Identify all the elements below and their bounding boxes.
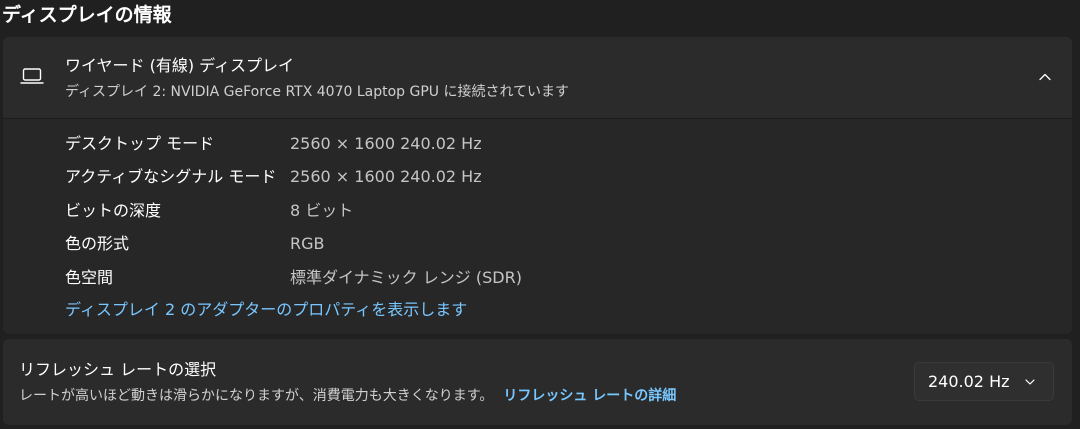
detail-value: 標準ダイナミック レンジ (SDR) (290, 268, 522, 287)
refresh-rate-dropdown[interactable]: 240.02 Hz (914, 362, 1054, 401)
detail-value: RGB (290, 234, 325, 253)
detail-value: 2560 × 1600 240.02 Hz (290, 134, 482, 153)
refresh-rate-selected-value: 240.02 Hz (928, 372, 1010, 391)
detail-label: デスクトップ モード (65, 134, 215, 153)
detail-row-desktop-mode: デスクトップ モード 2560 × 1600 240.02 Hz (3, 129, 1072, 159)
detail-label: 色空間 (65, 268, 114, 287)
display-info-card: ワイヤード (有線) ディスプレイ ディスプレイ 2: NVIDIA GeFor… (3, 37, 1072, 334)
display-card-header[interactable]: ワイヤード (有線) ディスプレイ ディスプレイ 2: NVIDIA GeFor… (3, 37, 1072, 118)
chevron-up-icon[interactable] (1036, 68, 1054, 86)
chevron-down-icon (1025, 379, 1035, 385)
refresh-rate-description-line: レートが高いほど動きは滑らかになりますが、消費電力も大きくなります。 リフレッシュ… (19, 385, 676, 407)
display-subtitle: ディスプレイ 2: NVIDIA GeForce RTX 4070 Laptop… (65, 84, 570, 100)
laptop-icon (20, 68, 44, 84)
detail-row-color-format: 色の形式 RGB (3, 229, 1072, 259)
detail-value: 8 ビット (290, 201, 354, 220)
refresh-rate-description: レートが高いほど動きは滑らかになりますが、消費電力も大きくなります。 (19, 388, 494, 404)
refresh-rate-card: リフレッシュ レートの選択 レートが高いほど動きは滑らかになりますが、消費電力も… (3, 339, 1072, 425)
display-details: デスクトップ モード 2560 × 1600 240.02 Hz アクティブなシ… (3, 119, 1072, 334)
display-title: ワイヤード (有線) ディスプレイ (65, 56, 295, 75)
detail-value: 2560 × 1600 240.02 Hz (290, 167, 482, 186)
section-title: ディスプレイの情報 (2, 4, 172, 26)
detail-label: ビットの深度 (65, 201, 162, 220)
refresh-rate-title: リフレッシュ レートの選択 (19, 360, 217, 379)
detail-label: アクティブなシグナル モード (65, 167, 277, 186)
detail-label: 色の形式 (65, 234, 130, 253)
refresh-rate-details-link[interactable]: リフレッシュ レートの詳細 (503, 388, 676, 404)
detail-row-color-space: 色空間 標準ダイナミック レンジ (SDR) (3, 263, 1072, 293)
adapter-properties-link[interactable]: ディスプレイ 2 のアダプターのプロパティを表示します (65, 297, 467, 323)
detail-row-active-signal-mode: アクティブなシグナル モード 2560 × 1600 240.02 Hz (3, 162, 1072, 192)
detail-row-bit-depth: ビットの深度 8 ビット (3, 196, 1072, 226)
